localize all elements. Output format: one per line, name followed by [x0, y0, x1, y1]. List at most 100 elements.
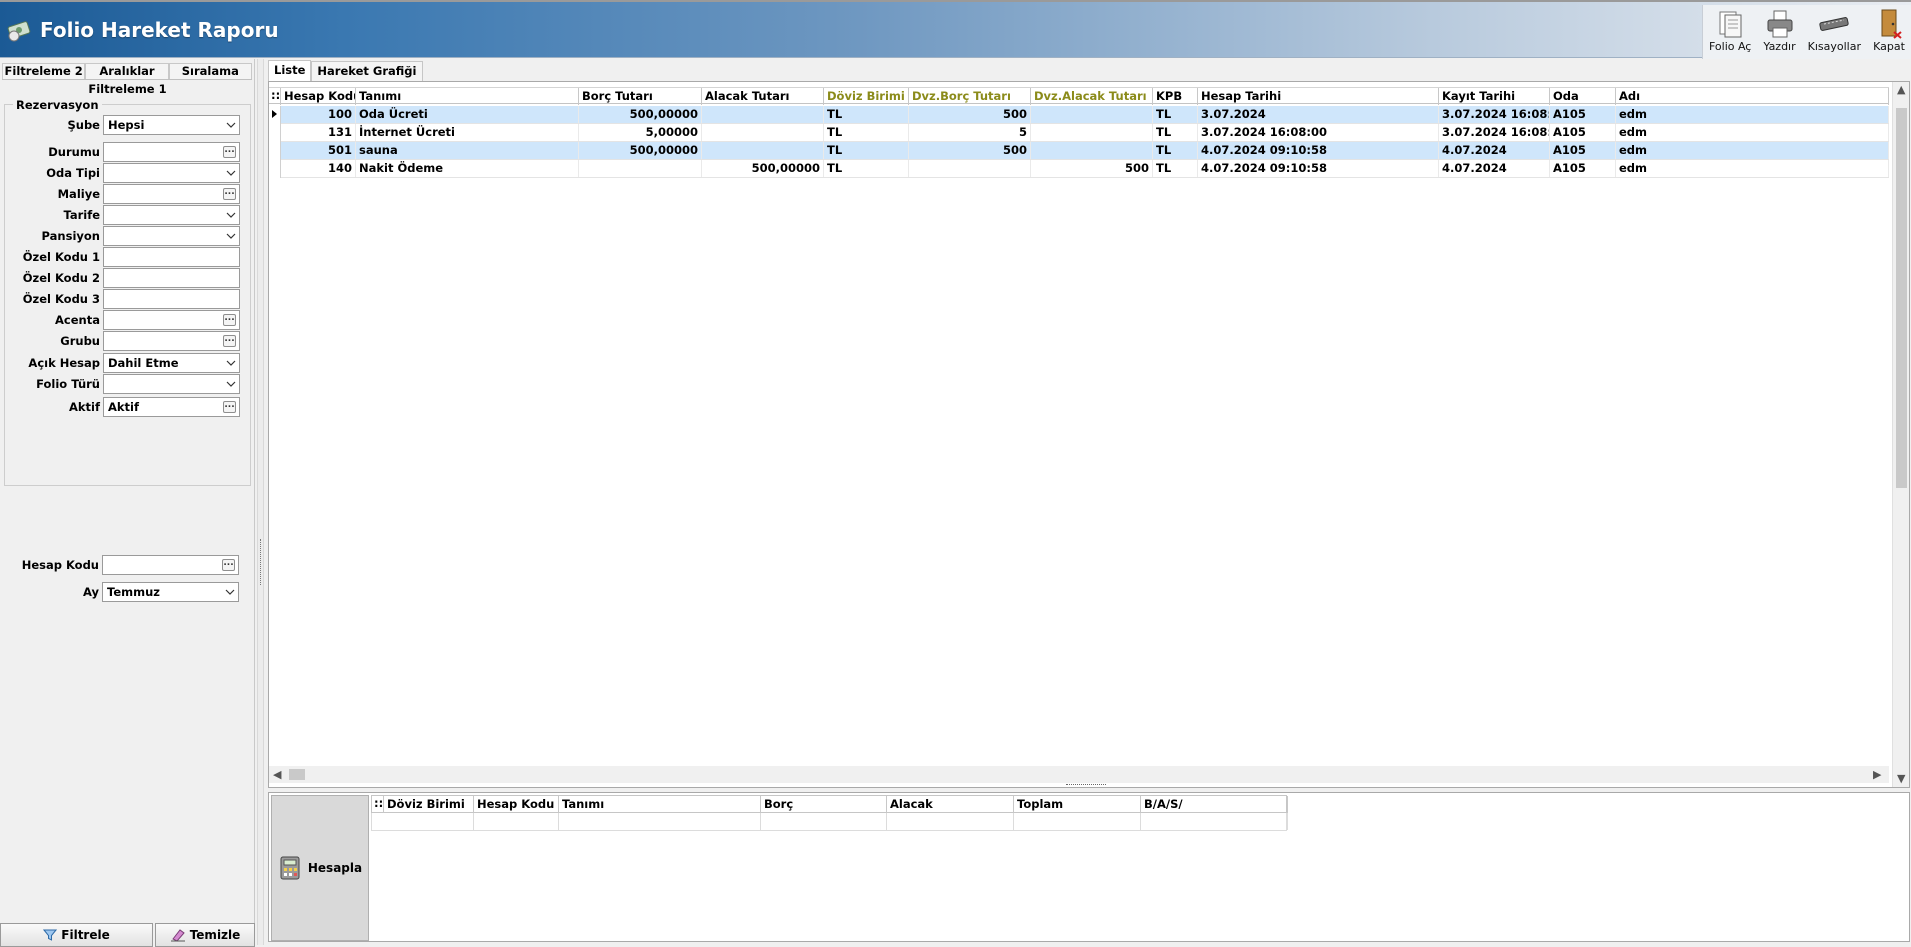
summary-column-header[interactable]: Tanımı	[559, 796, 761, 813]
column-header[interactable]: Döviz Birimi	[824, 88, 909, 105]
summary-column-header[interactable]: Alacak	[887, 796, 1014, 813]
column-header[interactable]: Dvz.Alacak Tutarı	[1031, 88, 1153, 105]
filter-field-acenta[interactable]: ...	[103, 310, 240, 330]
grid-header: :: Hesap Kodu Tanımı Borç Tutarı Alacak Tut…	[269, 87, 1889, 105]
clear-button[interactable]: Temizle	[155, 923, 255, 947]
table-cell: TL	[824, 106, 909, 123]
close-button[interactable]: Kapat	[1867, 5, 1911, 59]
filter-field-oda-tipi[interactable]	[103, 163, 240, 183]
column-header[interactable]: Adı	[1616, 88, 1889, 105]
chevron-down-icon[interactable]	[226, 120, 236, 130]
filter-field-grubu[interactable]: ...	[103, 331, 240, 351]
row-indicator[interactable]	[269, 160, 281, 178]
filter-field-şube[interactable]: Hepsi	[103, 115, 240, 135]
column-header[interactable]: KPB	[1153, 88, 1198, 105]
table-cell: A105	[1550, 142, 1616, 159]
summary-column-header[interactable]: Hesap Kodu	[474, 796, 559, 813]
tab-araliklar[interactable]: Aralıklar	[85, 63, 169, 79]
scroll-up-icon[interactable]: ▲	[1897, 83, 1905, 96]
ellipsis-button[interactable]: ...	[223, 188, 236, 200]
row-indicator[interactable]	[269, 124, 281, 142]
filter-label: Özel Kodu 2	[22, 271, 100, 285]
table-row[interactable]: 131 İnternet Ücreti 5,00000 TL 5 TL 3.07.2024 …	[269, 124, 1889, 142]
table-cell: 500,00000	[579, 106, 702, 123]
shortcuts-button[interactable]: Kısayollar	[1802, 5, 1867, 59]
chevron-down-icon[interactable]	[226, 210, 236, 220]
table-cell: 100	[281, 106, 356, 123]
summary-column-header[interactable]: Toplam	[1014, 796, 1141, 813]
table-cell: A105	[1550, 124, 1616, 141]
row-indicator[interactable]	[269, 106, 281, 124]
column-header[interactable]: Hesap Tarihi	[1198, 88, 1439, 105]
column-header[interactable]: Borç Tutarı	[579, 88, 702, 105]
column-header[interactable]: Oda	[1550, 88, 1616, 105]
summary-column-header[interactable]: B/A/S/	[1141, 796, 1288, 813]
column-header[interactable]: Dvz.Borç Tutarı	[909, 88, 1031, 105]
column-header[interactable]: Kayıt Tarihi	[1439, 88, 1550, 105]
ellipsis-button[interactable]: ...	[222, 559, 235, 571]
tab-liste[interactable]: Liste	[268, 60, 312, 81]
ellipsis-button[interactable]: ...	[223, 314, 236, 326]
filter-field-özel-kodu-2[interactable]	[103, 268, 240, 288]
filter-field-tarife[interactable]	[103, 205, 240, 225]
filter-field-hesap-kodu[interactable]: ...	[102, 555, 239, 575]
filter-label: Maliye	[57, 187, 100, 201]
filter-field-özel-kodu-1[interactable]	[103, 247, 240, 267]
vertical-scrollbar[interactable]: ▲ ▼	[1892, 82, 1909, 787]
scroll-left-icon[interactable]: ◀	[273, 768, 281, 781]
table-row[interactable]: 140 Nakit Ödeme 500,00000 TL 500 TL 4.07.2024 …	[269, 160, 1889, 178]
table-cell: 501	[281, 142, 356, 159]
filter-field-açık-hesap[interactable]: Dahil Etme	[103, 353, 240, 373]
chevron-down-icon[interactable]	[226, 231, 236, 241]
folio-open-button[interactable]: Folio Aç	[1703, 5, 1757, 59]
table-cell: 3.07.2024 16:08:00	[1439, 124, 1550, 141]
row-indicator[interactable]	[269, 142, 281, 160]
panel-splitter[interactable]	[257, 59, 264, 945]
print-button[interactable]: Yazdır	[1757, 5, 1801, 59]
ellipsis-button[interactable]: ...	[223, 146, 236, 158]
table-cell: 500	[1031, 160, 1153, 177]
filter-field-ay[interactable]: Temmuz	[102, 582, 239, 602]
filter-field-aktif[interactable]: Aktif...	[103, 397, 240, 417]
summary-column-chooser-icon[interactable]: ::	[372, 796, 384, 813]
table-cell: 4.07.2024	[1439, 160, 1550, 177]
table-cell: 500,00000	[702, 160, 824, 177]
filter-field-durumu[interactable]: ...	[103, 142, 240, 162]
chevron-down-icon[interactable]	[226, 379, 236, 389]
filter-field-maliye[interactable]: ...	[103, 184, 240, 204]
summary-column-header[interactable]: Borç	[761, 796, 887, 813]
chevron-down-icon[interactable]	[226, 358, 236, 368]
filter-row-folio-türü: Folio Türü	[5, 374, 252, 394]
table-cell: TL	[824, 160, 909, 177]
filter-label: Tarife	[63, 208, 100, 222]
horizontal-scrollbar[interactable]: ◀ ▶	[269, 766, 1889, 783]
table-cell: 4.07.2024 09:10:58	[1198, 160, 1439, 177]
filter-button[interactable]: Filtrele	[0, 923, 153, 947]
table-cell	[909, 160, 1031, 177]
filter-row-ay: Ay Temmuz	[4, 582, 251, 602]
filter-label: Hesap Kodu	[21, 558, 99, 572]
column-chooser-icon[interactable]: ::	[269, 88, 281, 105]
ellipsis-button[interactable]: ...	[223, 335, 236, 347]
scroll-right-icon[interactable]: ▶	[1873, 768, 1881, 781]
filter-field-özel-kodu-3[interactable]	[103, 289, 240, 309]
column-header[interactable]: Tanımı	[356, 88, 579, 105]
tab-siralama[interactable]: Sıralama	[168, 63, 252, 79]
filter-field-folio-türü[interactable]	[103, 374, 240, 394]
ellipsis-button[interactable]: ...	[223, 401, 236, 413]
filter-field-pansiyon[interactable]	[103, 226, 240, 246]
table-row[interactable]: 100 Oda Ücreti 500,00000 TL 500 TL 3.07.2024 3.…	[269, 106, 1889, 124]
table-row[interactable]: 501 sauna 500,00000 TL 500 TL 4.07.2024 09:10:…	[269, 142, 1889, 160]
tab-filtreleme-2[interactable]: Filtreleme 2	[2, 63, 86, 79]
chevron-down-icon[interactable]	[225, 587, 235, 597]
horizontal-splitter[interactable]	[1066, 784, 1106, 788]
summary-column-header[interactable]: Döviz Birimi	[384, 796, 474, 813]
column-header[interactable]: Alacak Tutarı	[702, 88, 824, 105]
tab-filtreleme-1[interactable]: Filtreleme 1	[0, 82, 255, 96]
scroll-down-icon[interactable]: ▼	[1897, 772, 1905, 785]
calculate-button[interactable]: Hesapla	[271, 795, 369, 941]
summary-row[interactable]	[371, 813, 1288, 831]
tab-hareket-grafigi[interactable]: Hareket Grafiği	[311, 61, 423, 81]
chevron-down-icon[interactable]	[226, 168, 236, 178]
column-header[interactable]: Hesap Kodu	[281, 88, 356, 105]
